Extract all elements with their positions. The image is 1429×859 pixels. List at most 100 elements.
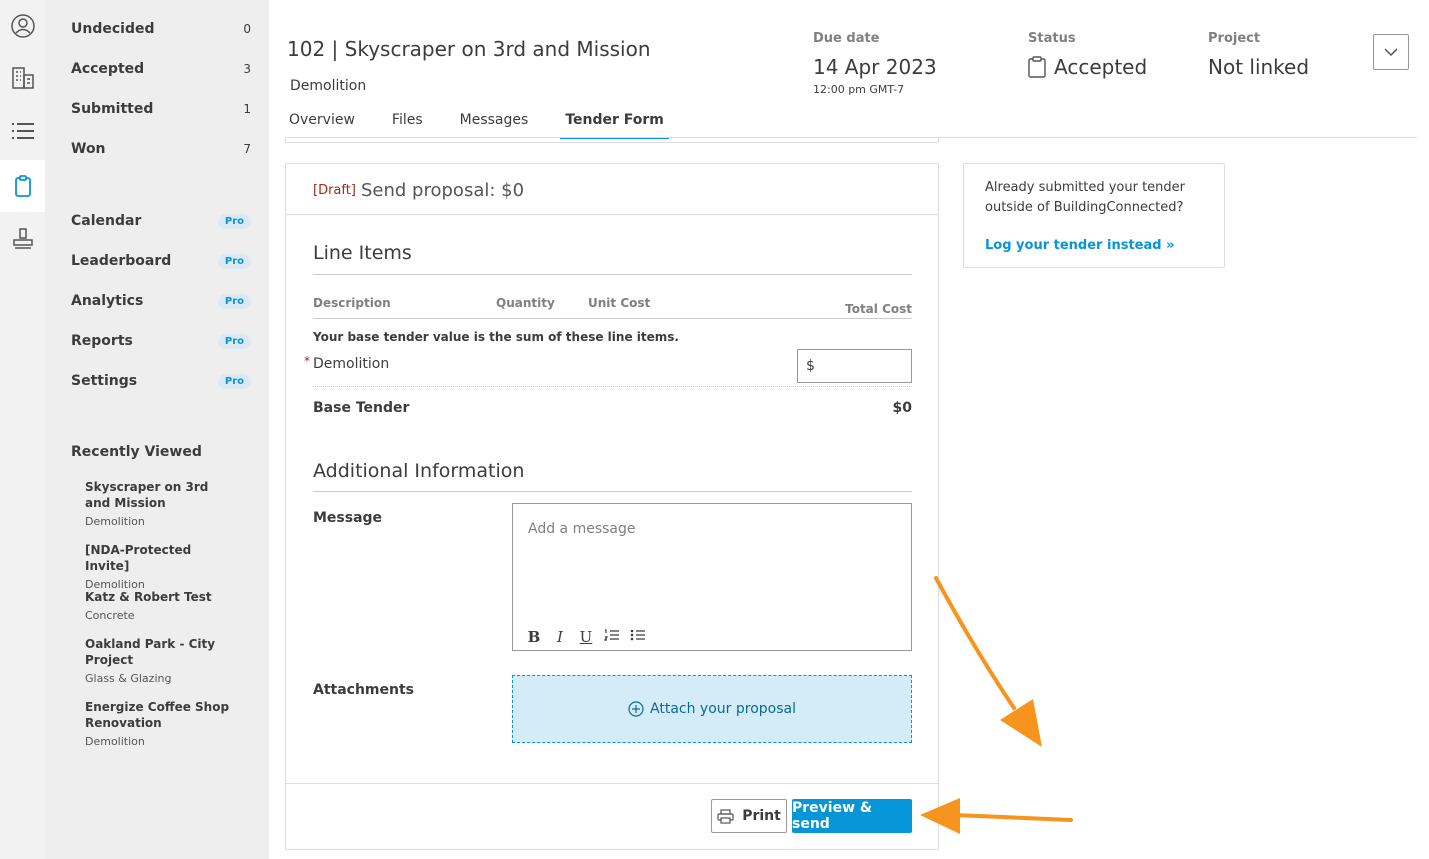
recent-item-name: Energize Coffee Shop Renovation [85, 700, 230, 730]
recent-item-trade: Concrete [85, 609, 135, 622]
icon-rail [0, 0, 45, 859]
sidebar-item-label: Settings [71, 373, 138, 389]
sidebar-item-undecided[interactable]: Undecided 0 [71, 19, 251, 39]
recent-item[interactable]: [NDA-Protected Invite] Demolition [85, 542, 235, 591]
sidebar-item-label: Undecided [71, 21, 155, 37]
page-title: 102 | Skyscraper on 3rd and Mission [287, 37, 651, 61]
chevron-down-icon [1384, 48, 1398, 56]
sidebar-item-calendar[interactable]: Calendar Pro [71, 211, 251, 231]
recent-item[interactable]: Katz & Robert Test Concrete [85, 589, 235, 622]
tab-bar: Overview Files Messages Tender Form [289, 112, 701, 139]
profile-icon [10, 14, 35, 38]
numbered-list-button[interactable] [599, 628, 625, 646]
arrow-horizontal [920, 798, 1073, 834]
sidebar-item-label: Won [71, 141, 106, 157]
divider [313, 491, 912, 492]
base-tender-label: Base Tender [313, 400, 410, 416]
log-tender-link[interactable]: Log your tender instead » [985, 238, 1174, 253]
header-dropdown-button[interactable] [1373, 34, 1409, 70]
bold-button[interactable]: B [521, 628, 547, 646]
sidebar-item-count: 0 [243, 22, 251, 36]
external-tender-text: Already submitted your tender outside of… [985, 180, 1186, 215]
rail-buildings[interactable] [0, 52, 45, 104]
sidebar-item-accepted[interactable]: Accepted 3 [71, 59, 251, 79]
print-button[interactable]: Print [711, 799, 787, 833]
preview-send-button[interactable]: Preview & send [792, 799, 912, 833]
tab-tender-form[interactable]: Tender Form [560, 112, 669, 139]
recent-item-trade: Demolition [85, 515, 145, 528]
tender-form-card: [Draft] Send proposal: $0 Line Items Des… [285, 163, 939, 850]
rail-clipboard[interactable] [0, 160, 45, 212]
sidebar-item-count: 3 [243, 62, 251, 76]
column-quantity: Quantity [496, 296, 555, 310]
tab-files[interactable]: Files [392, 112, 423, 138]
status-label: Status [1028, 31, 1076, 46]
demolition-cost-input[interactable] [797, 349, 912, 383]
building-icon [11, 67, 34, 89]
clipboard-icon [14, 175, 31, 197]
pro-badge: Pro [217, 293, 251, 309]
divider [313, 386, 912, 387]
status-text: Accepted [1054, 55, 1148, 79]
sidebar-item-settings[interactable]: Settings Pro [71, 371, 251, 391]
proposal-title: Send proposal: $0 [361, 180, 525, 201]
recently-viewed-title: Recently Viewed [71, 444, 202, 460]
pro-badge: Pro [217, 373, 251, 389]
attachments-label: Attachments [313, 682, 415, 698]
recent-item-name: Skyscraper on 3rd and Mission [85, 480, 209, 510]
sidebar-item-submitted[interactable]: Submitted 1 [71, 99, 251, 119]
message-label: Message [313, 510, 383, 526]
message-editor: B I U [512, 503, 912, 651]
additional-info-title: Additional Information [313, 460, 525, 482]
sidebar-item-label: Reports [71, 333, 133, 349]
tab-messages[interactable]: Messages [460, 112, 529, 138]
rail-profile[interactable] [0, 0, 45, 52]
arrow-diagonal [934, 576, 1042, 747]
card-footer-divider [286, 783, 938, 784]
due-date-value: 14 Apr 2023 [813, 55, 937, 79]
sidebar-item-won[interactable]: Won 7 [71, 139, 251, 159]
recent-item-trade: Glass & Glazing [85, 672, 172, 685]
recent-item-trade: Demolition [85, 735, 145, 748]
recent-item[interactable]: Oakland Park - City Project Glass & Glaz… [85, 636, 235, 685]
due-date-label: Due date [813, 31, 880, 46]
column-description: Description [313, 296, 391, 310]
italic-button[interactable]: I [547, 628, 573, 646]
recent-item[interactable]: Skyscraper on 3rd and Mission Demolition [85, 479, 235, 528]
attach-proposal-dropzone[interactable]: Attach your proposal [512, 675, 912, 743]
column-unit-cost: Unit Cost [588, 296, 651, 310]
recent-item-name: Oakland Park - City Project [85, 637, 216, 667]
sidebar-item-analytics[interactable]: Analytics Pro [71, 291, 251, 311]
sidebar-item-label: Leaderboard [71, 253, 172, 269]
underline-button[interactable]: U [573, 628, 599, 646]
project-label: Project [1208, 31, 1261, 46]
message-input[interactable] [513, 504, 911, 616]
pro-badge: Pro [217, 213, 251, 229]
rail-list[interactable] [0, 105, 45, 157]
attach-label: Attach your proposal [650, 701, 796, 717]
recent-item[interactable]: Energize Coffee Shop Renovation Demoliti… [85, 699, 235, 748]
base-tender-value: $0 [892, 400, 912, 416]
list-icon [11, 123, 34, 139]
card-header: [Draft] Send proposal: $0 [286, 164, 938, 215]
sidebar-item-count: 7 [243, 142, 251, 156]
editor-toolbar: B I U [521, 628, 651, 646]
due-time: 12:00 pm GMT-7 [813, 83, 905, 96]
sidebar-item-reports[interactable]: Reports Pro [71, 331, 251, 351]
pro-badge: Pro [217, 333, 251, 349]
rail-stamp[interactable] [0, 213, 45, 265]
tab-overview[interactable]: Overview [289, 112, 355, 138]
status-value: Accepted [1028, 55, 1147, 79]
line-item-label: Demolition [313, 356, 390, 372]
sidebar-item-label: Accepted [71, 61, 145, 77]
pro-badge: Pro [217, 253, 251, 269]
line-items-title: Line Items [313, 242, 412, 264]
project-value: Not linked [1208, 55, 1310, 79]
plus-circle-icon [628, 701, 644, 717]
recent-item-name: [NDA-Protected Invite] [85, 543, 192, 573]
clipboard-icon [1028, 56, 1046, 78]
sidebar-item-count: 1 [243, 102, 251, 116]
divider [313, 274, 912, 275]
sidebar-item-leaderboard[interactable]: Leaderboard Pro [71, 251, 251, 271]
bullet-list-button[interactable] [625, 628, 651, 646]
